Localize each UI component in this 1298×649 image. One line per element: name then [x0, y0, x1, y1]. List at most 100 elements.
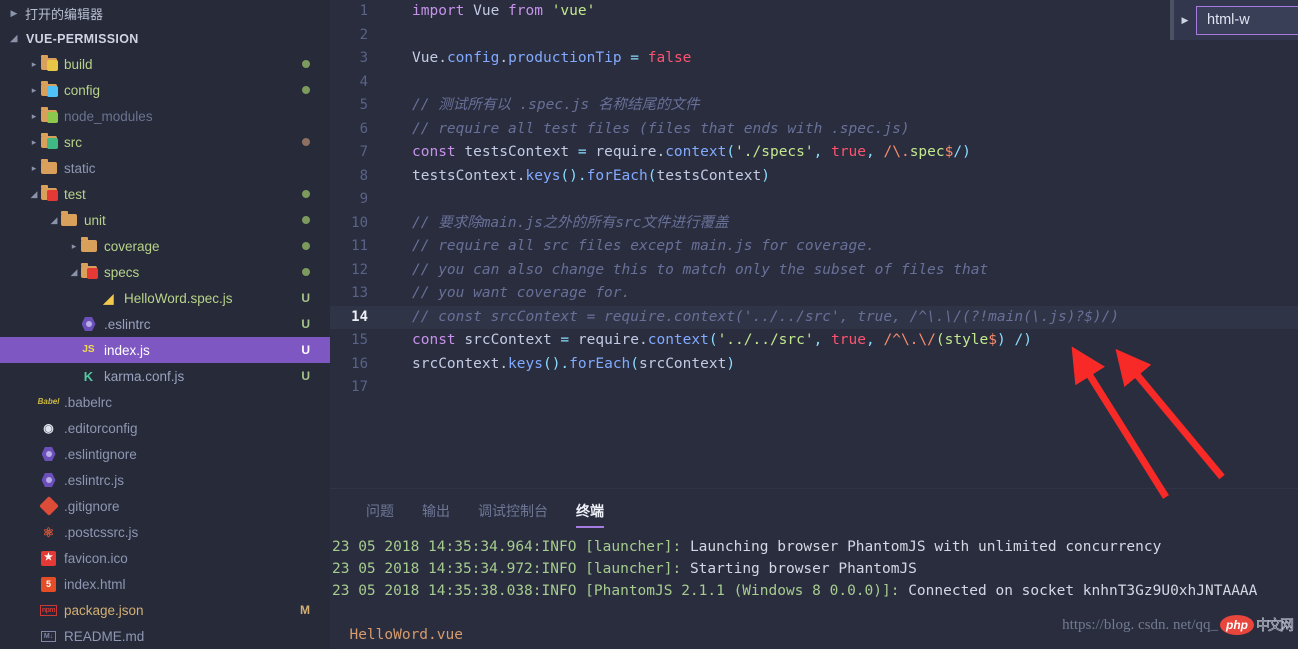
code-line-1[interactable]: 1 import Vue from 'vue'	[330, 0, 1298, 24]
code-token: testsContext	[656, 167, 762, 184]
tree-item-readme-md[interactable]: ·M↓ README.md	[0, 623, 330, 649]
tree-item--babelrc[interactable]: ·Babel.babelrc	[0, 389, 330, 415]
code-editor[interactable]: 1 import Vue from 'vue' 2 3 Vue.config.produ…	[330, 0, 1298, 488]
code-line-17[interactable]: 17	[330, 376, 1298, 400]
tree-item-unit[interactable]: ◢ unit	[0, 207, 330, 233]
code-line-6[interactable]: 6 // require all test files (files that e…	[330, 118, 1298, 142]
code-line-9[interactable]: 9	[330, 188, 1298, 212]
tree-item-index-html[interactable]: ·5 index.html	[0, 571, 330, 597]
code-token: ^	[892, 332, 901, 348]
tree-item-label: .editorconfig	[64, 420, 138, 436]
code-line-8[interactable]: 8 testsContext.keys().forEach(testsContex…	[330, 165, 1298, 189]
tree-item-karma-conf-js[interactable]: ·Kkarma.conf.js U	[0, 363, 330, 389]
code-line-16[interactable]: 16 srcContext.keys().forEach(srcContext)	[330, 353, 1298, 377]
chevron-right-icon[interactable]: ▸	[28, 59, 40, 69]
code-line-2[interactable]: 2	[330, 24, 1298, 48]
panel-tab-2[interactable]: 调试控制台	[464, 489, 562, 533]
tree-item-label: test	[64, 186, 86, 202]
line-number: 8	[359, 167, 368, 184]
chevron-right-icon[interactable]: ▸	[28, 85, 40, 95]
chevron-right-icon[interactable]: ▸	[28, 111, 40, 121]
tree-item-static[interactable]: ▸ static	[0, 155, 330, 181]
chevron-down-icon[interactable]: ◢	[28, 189, 40, 199]
tree-item--eslintignore[interactable]: · .eslintignore	[0, 441, 330, 467]
code-line-12[interactable]: 12 // you can also change this to match o…	[330, 259, 1298, 283]
terminal-line-2: 23 05 2018 14:35:38.038:INFO [PhantomJS …	[332, 580, 1298, 602]
line-number: 13	[351, 285, 368, 301]
tree-item--postcssrc-js[interactable]: ·⚛ .postcssrc.js	[0, 519, 330, 545]
code-token: // 测试所有以 .spec.js 名称结尾的文件	[412, 97, 700, 113]
code-token: spec	[909, 144, 945, 160]
panel-tab-3[interactable]: 终端	[562, 489, 618, 533]
overlay-text[interactable]: html-w	[1196, 5, 1298, 35]
tree-item-test[interactable]: ◢ test	[0, 181, 330, 207]
folder-config-icon	[40, 81, 58, 99]
chevron-right-icon[interactable]: ▸	[28, 163, 40, 173]
postcss-icon: ⚛	[42, 524, 55, 540]
tree-item-node-modules[interactable]: ▸ node_modules	[0, 103, 330, 129]
folder-icon	[40, 159, 57, 177]
eslint-icon	[40, 472, 57, 489]
code-line-7[interactable]: 7 const testsContext = require.context('.…	[330, 141, 1298, 165]
folder-status-dot	[302, 190, 310, 198]
tree-item--eslintrc-js[interactable]: · .eslintrc.js	[0, 467, 330, 493]
tree-item-index-js[interactable]: ·JS index.js U	[0, 337, 330, 363]
file-tree: ▸ build ▸ config ▸ node_modules ▸ src ▸ static ◢ te…	[0, 51, 330, 649]
code-token: Vue	[412, 50, 439, 66]
code-lines: 1 import Vue from 'vue' 2 3 Vue.config.produ…	[330, 0, 1298, 400]
chevron-down-icon[interactable]: ◢	[48, 215, 60, 225]
code-line-13[interactable]: 13 // you want coverage for.	[330, 282, 1298, 306]
tree-item--eslintrc[interactable]: · .eslintrc U	[0, 311, 330, 337]
code-line-14[interactable]: 14 // const srcContext = require.context(…	[330, 305, 1298, 329]
code-token: .	[516, 167, 526, 184]
terminal-segment: 23 05 2018 14:35:34.972:INFO	[332, 561, 586, 577]
code-line-3[interactable]: 3 Vue.config.productionTip = false	[330, 47, 1298, 71]
tree-item-helloword-spec-js[interactable]: ·◢ HelloWord.spec.js U	[0, 285, 330, 311]
tree-item-config[interactable]: ▸ config	[0, 77, 330, 103]
code-token: )	[726, 355, 736, 372]
tree-item--gitignore[interactable]: · .gitignore	[0, 493, 330, 519]
tree-item--editorconfig[interactable]: ·◉ .editorconfig	[0, 415, 330, 441]
line-content: // you can also change this to match onl…	[382, 259, 988, 283]
folder-build-icon	[40, 55, 58, 73]
chevron-down-icon[interactable]: ◢	[68, 267, 80, 277]
tree-item-label: build	[64, 56, 93, 72]
line-content: // require all test files (files that en…	[382, 118, 910, 142]
panel-tab-1[interactable]: 输出	[408, 489, 464, 533]
code-token: config	[446, 50, 500, 66]
panel-tab-bar: 问题 输出 调试控制台 终端	[330, 489, 1298, 533]
chevron-right-icon[interactable]: ▸	[68, 241, 80, 251]
babel-icon: Babel	[37, 397, 60, 406]
tree-item-src[interactable]: ▸ src	[0, 129, 330, 155]
terminal-segment: [launcher]:	[585, 539, 690, 555]
tree-item-favicon-ico[interactable]: ·★ favicon.ico	[0, 545, 330, 571]
code-token: (	[726, 144, 736, 160]
chevron-right-icon[interactable]: ▸	[28, 137, 40, 147]
code-token: const	[412, 332, 465, 348]
code-token: productionTip	[508, 50, 631, 66]
tree-item-specs[interactable]: ◢ specs	[0, 259, 330, 285]
code-token: ().	[542, 355, 570, 372]
tree-item-coverage[interactable]: ▸ coverage	[0, 233, 330, 259]
tree-item-package-json[interactable]: ·npm package.json M	[0, 597, 330, 623]
code-line-11[interactable]: 11 // require all src files except main.j…	[330, 235, 1298, 259]
code-token: true	[831, 332, 866, 348]
panel-tab-0[interactable]: 问题	[352, 489, 408, 533]
terminal-segment: [launcher]:	[585, 561, 690, 577]
tree-item-build[interactable]: ▸ build	[0, 51, 330, 77]
line-content: srcContext.keys().forEach(srcContext)	[382, 353, 735, 377]
code-line-10[interactable]: 10 // 要求除main.js之外的所有src文件进行覆盖	[330, 212, 1298, 236]
code-token: srcContext	[412, 355, 500, 372]
code-token: /	[883, 144, 893, 160]
code-line-15[interactable]: 15 const srcContext = require.context('..…	[330, 329, 1298, 353]
project-root-row[interactable]: ◢ VUE-PERMISSION	[0, 26, 330, 51]
html-w-overlay-widget[interactable]: ▶ html-w	[1170, 0, 1298, 40]
folder-status-dot	[302, 86, 310, 94]
tree-item-label: karma.conf.js	[104, 368, 185, 384]
open-editors-section[interactable]: ▶ 打开的编辑器	[0, 0, 330, 26]
code-token: context	[647, 332, 709, 348]
code-line-4[interactable]: 4	[330, 71, 1298, 95]
code-token: // you can also change this to match onl…	[412, 261, 989, 278]
code-line-5[interactable]: 5 // 测试所有以 .spec.js 名称结尾的文件	[330, 94, 1298, 118]
twisty-spacer: ·	[68, 346, 80, 355]
